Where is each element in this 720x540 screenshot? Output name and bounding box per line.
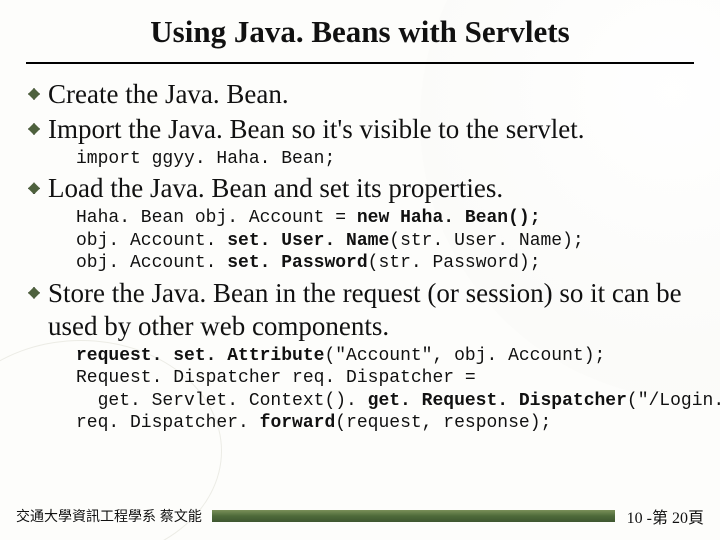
slide-title: Using Java. Beans with Servlets [26,14,694,64]
diamond-bullet-icon [28,88,40,100]
code-block: Haha. Bean obj. Account = new Haha. Bean… [48,207,694,275]
item-text: Create the Java. Bean. [48,78,694,111]
diamond-bullet-icon [28,287,40,299]
item-text: Import the Java. Bean so it's visible to… [48,113,694,146]
code-block: request. set. Attribute("Account", obj. … [48,345,694,435]
bullet-list: Create the Java. Bean. Import the Java. … [26,78,694,435]
diamond-bullet-icon [28,123,40,135]
item-text: Load the Java. Bean and set its properti… [48,172,694,205]
list-item: Load the Java. Bean and set its properti… [26,172,694,274]
code-block: import ggyy. Haha. Bean; [48,148,694,171]
list-item: Create the Java. Bean. [26,78,694,111]
list-item: Import the Java. Bean so it's visible to… [26,113,694,170]
slide: Using Java. Beans with Servlets Create t… [0,0,720,540]
item-text: Store the Java. Bean in the request (or … [48,277,694,343]
diamond-bullet-icon [28,182,40,194]
list-item: Store the Java. Bean in the request (or … [26,277,694,435]
